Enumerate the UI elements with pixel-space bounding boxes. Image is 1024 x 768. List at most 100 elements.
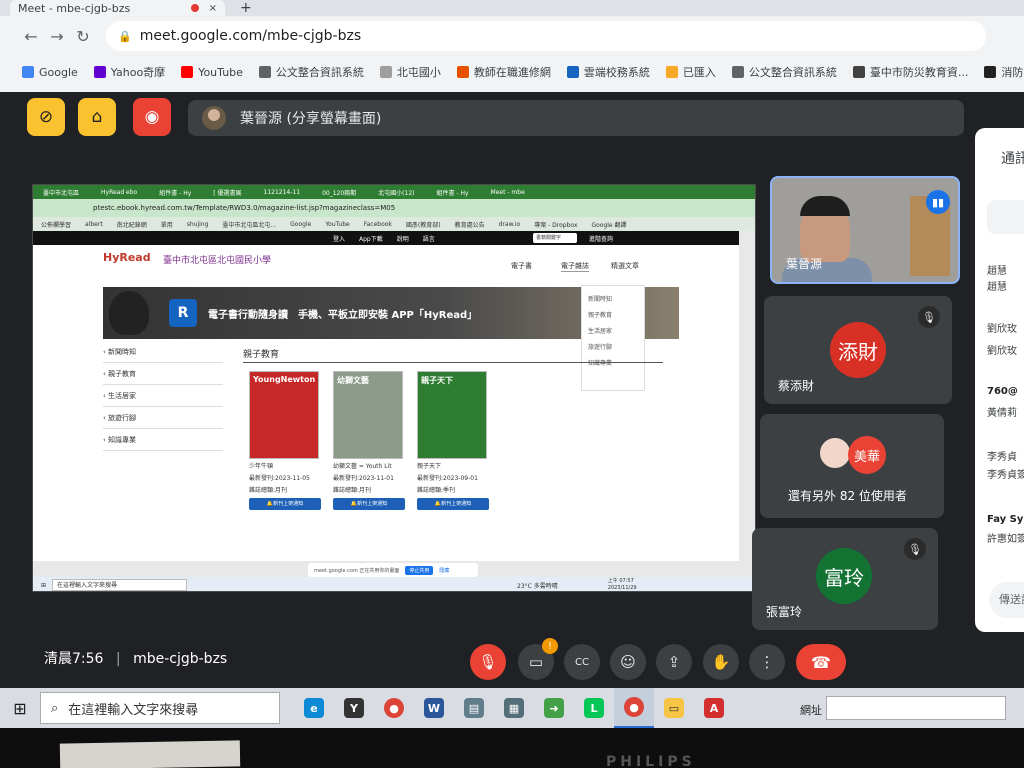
chat-message-input[interactable]: 傳送訊息 (989, 582, 1024, 618)
participant-tile-4[interactable]: 富玲 🎙 張富玲 (752, 528, 938, 630)
shared-bookmark: Google 翻譯 (591, 221, 627, 229)
mic-off-icon: 🎙 (478, 653, 498, 671)
address-toolbar-input[interactable] (826, 696, 1006, 720)
meeting-clock: 清晨7:56 | mbe-cjgb-bzs (44, 648, 227, 668)
back-arrow-icon[interactable]: ← (18, 27, 44, 46)
captions-button[interactable]: CC (564, 644, 600, 680)
reactions-button[interactable]: ☺ (610, 644, 646, 680)
edge-icon[interactable]: e (294, 688, 334, 728)
bookmark-item[interactable]: 消防車 - (984, 64, 1024, 80)
chat-message: 760@ (987, 386, 1018, 397)
shared-bookmark: shujing (186, 220, 209, 228)
camera-toggle-button[interactable]: ▭ ! (518, 638, 558, 680)
bookmark-label: 北屯國小 (396, 66, 441, 79)
browser-tab-meet[interactable]: Meet - mbe-cjgb-bzs × (10, 0, 225, 16)
share-notice-text: meet.google.com 正在共用你的畫面 (314, 567, 400, 574)
magazine-title: 少年牛頓 (249, 463, 274, 470)
shared-bookmark: 單用 (160, 221, 173, 229)
warning-badge: ! (542, 638, 558, 654)
bookmark-label: 消防車 - (1001, 66, 1024, 79)
bookmark-item[interactable]: 教師在職進修網 (456, 64, 551, 80)
bookmark-item[interactable]: 公文整合資訊系統 (258, 64, 364, 80)
word-icon[interactable]: W (414, 688, 454, 728)
dropdown-item: 親子教育 (588, 312, 613, 319)
participant-tile-presenter[interactable]: ▮▮ 葉晉源 (770, 176, 960, 284)
more-options-button[interactable]: ⋮ (749, 644, 785, 680)
shared-bookmark: 專案 - Dropbox (534, 221, 578, 229)
magazine-cover: 幼獅文藝 (333, 371, 403, 459)
dropdown-item: 新聞時知 (588, 296, 613, 303)
bookmark-item[interactable]: 公文整合資訊系統 (731, 64, 837, 80)
participant-tile-others[interactable]: 美華 還有另外 82 位使用者 (760, 414, 944, 518)
acrobat-icon[interactable]: A (694, 688, 734, 728)
bookmark-favicon-icon (379, 66, 392, 78)
reload-icon[interactable]: ↻ (70, 27, 96, 46)
shared-clock: 上午 07:57 2023/11/29 (607, 578, 637, 591)
forward-arrow-icon[interactable]: → (44, 27, 70, 46)
participant-tile-2[interactable]: 添財 🎙 蔡添財 (764, 296, 952, 404)
cover-title: YoungNewton (253, 375, 316, 384)
meeting-stage: 臺中市北屯區 HyRead ebo 組件書 - Hy [ 優選書展 1121214-11… (0, 142, 1024, 632)
leave-call-button[interactable]: ☎ (796, 644, 846, 680)
document-app-icon[interactable]: ▦ (494, 688, 534, 728)
bookmark-label: 公文整合資訊系統 (748, 66, 837, 79)
chrome-active-icon[interactable]: ● (614, 688, 654, 728)
bookmark-item[interactable]: Google (22, 66, 78, 79)
meet-top-bar: ⊘ ⌂ ◉ 葉晉源 (分享螢幕畫面) (0, 92, 1024, 142)
meeting-controls: 清晨7:56 | mbe-cjgb-bzs 🎙 ▭ ! CC ☺ ⇪ ✋ ⋮ ☎ (0, 632, 1024, 688)
shared-bookmark: 教育處公告 (454, 221, 485, 229)
participant-avatar: 富玲 (816, 548, 872, 604)
bookmark-item[interactable]: YouTube (181, 66, 243, 79)
close-tab-icon[interactable]: × (209, 3, 217, 14)
bookmark-favicon-icon (984, 66, 997, 78)
bookmarks-bar: Google Yahoo奇摩 YouTube 公文整合資訊系統 北屯國小 教師在職進修網 雲… (0, 58, 1024, 86)
captions-icon: CC (575, 656, 589, 668)
raise-hand-button[interactable]: ✋ (703, 644, 739, 680)
bookmark-item[interactable]: 臺中市防災教育資... (852, 64, 968, 80)
file-explorer-icon[interactable]: ▭ (654, 688, 694, 728)
hyread-topbar: 登入 App下載 說明 語言 (33, 231, 739, 245)
magazine-meta: 雜誌總類:季刊 (417, 487, 456, 494)
chat-toggle[interactable] (987, 200, 1024, 234)
shared-date: 2023/11/29 (607, 585, 637, 591)
chrome-icon[interactable]: ● (374, 688, 414, 728)
exit-building-button[interactable]: ⌂ (78, 98, 116, 136)
video-person-hair (800, 196, 850, 216)
shared-tab: [ 優選書展 (213, 189, 242, 197)
participant-avatar: 美華 (848, 436, 886, 474)
bookmark-label: Yahoo奇摩 (110, 66, 166, 79)
taskbar-search-box[interactable]: ⌕ 在這裡輸入文字來搜尋 (40, 692, 280, 724)
participant-name: 葉晉源 (786, 257, 823, 271)
record-button[interactable]: ◉ (133, 98, 171, 136)
shared-bookmark: 國彥(教育部) (405, 221, 441, 229)
shared-address-bar: ptestc.ebook.hyread.com.tw/Template/RWD3… (33, 199, 755, 217)
network-app-icon[interactable]: ▤ (454, 688, 494, 728)
mic-toggle-button[interactable]: 🎙 (470, 644, 506, 680)
emoji-icon: ☺ (620, 653, 636, 671)
windows-start-icon[interactable]: ⊞ (0, 699, 40, 718)
magazine-meta: 雜誌總類:月刊 (333, 487, 372, 494)
bookmark-item[interactable]: 雲端校務系統 (566, 64, 650, 80)
shared-tab: 北屯國小(12) (378, 189, 415, 197)
magazine-date: 最新發刊:2023-09-01 (417, 475, 478, 482)
shared-bookmark: 南北紀錄網 (116, 221, 147, 229)
line-icon[interactable]: L (574, 688, 614, 728)
arrow-app-icon[interactable]: ➜ (534, 688, 574, 728)
yahoo-app-icon[interactable]: Y (334, 688, 374, 728)
presenter-chip[interactable]: 葉晉源 (分享螢幕畫面) (188, 100, 964, 136)
address-bar[interactable]: 🔒 meet.google.com/mbe-cjgb-bzs (106, 21, 986, 51)
paper-on-desk (59, 740, 241, 768)
shared-tab: 組件書 - Hy (436, 189, 469, 197)
mic-off-icon: 🎙 (904, 538, 926, 560)
new-tab-icon[interactable]: + (240, 0, 252, 16)
bookmark-item[interactable]: 北屯國小 (379, 64, 441, 80)
magazine-cover: YoungNewton (249, 371, 319, 459)
browser-chrome: Meet - mbe-cjgb-bzs × + ← → ↻ 🔒 meet.goo… (0, 0, 1024, 92)
present-button[interactable]: ⇪ (656, 644, 692, 680)
meeting-code: mbe-cjgb-bzs (133, 651, 228, 667)
bookmark-item[interactable]: 已匯入 (665, 64, 716, 80)
shared-taskbar-search: 在這裡輸入文字來搜尋 (52, 579, 188, 591)
hide-self-view-button[interactable]: ⊘ (27, 98, 65, 136)
chat-panel: 通訊 趙慧趙慧劉欣玫劉欣玫760@黃倩莉李秀貞李秀貞簽Fay Syu許惠如簽 傳… (975, 128, 1024, 632)
bookmark-item[interactable]: Yahoo奇摩 (93, 64, 166, 80)
